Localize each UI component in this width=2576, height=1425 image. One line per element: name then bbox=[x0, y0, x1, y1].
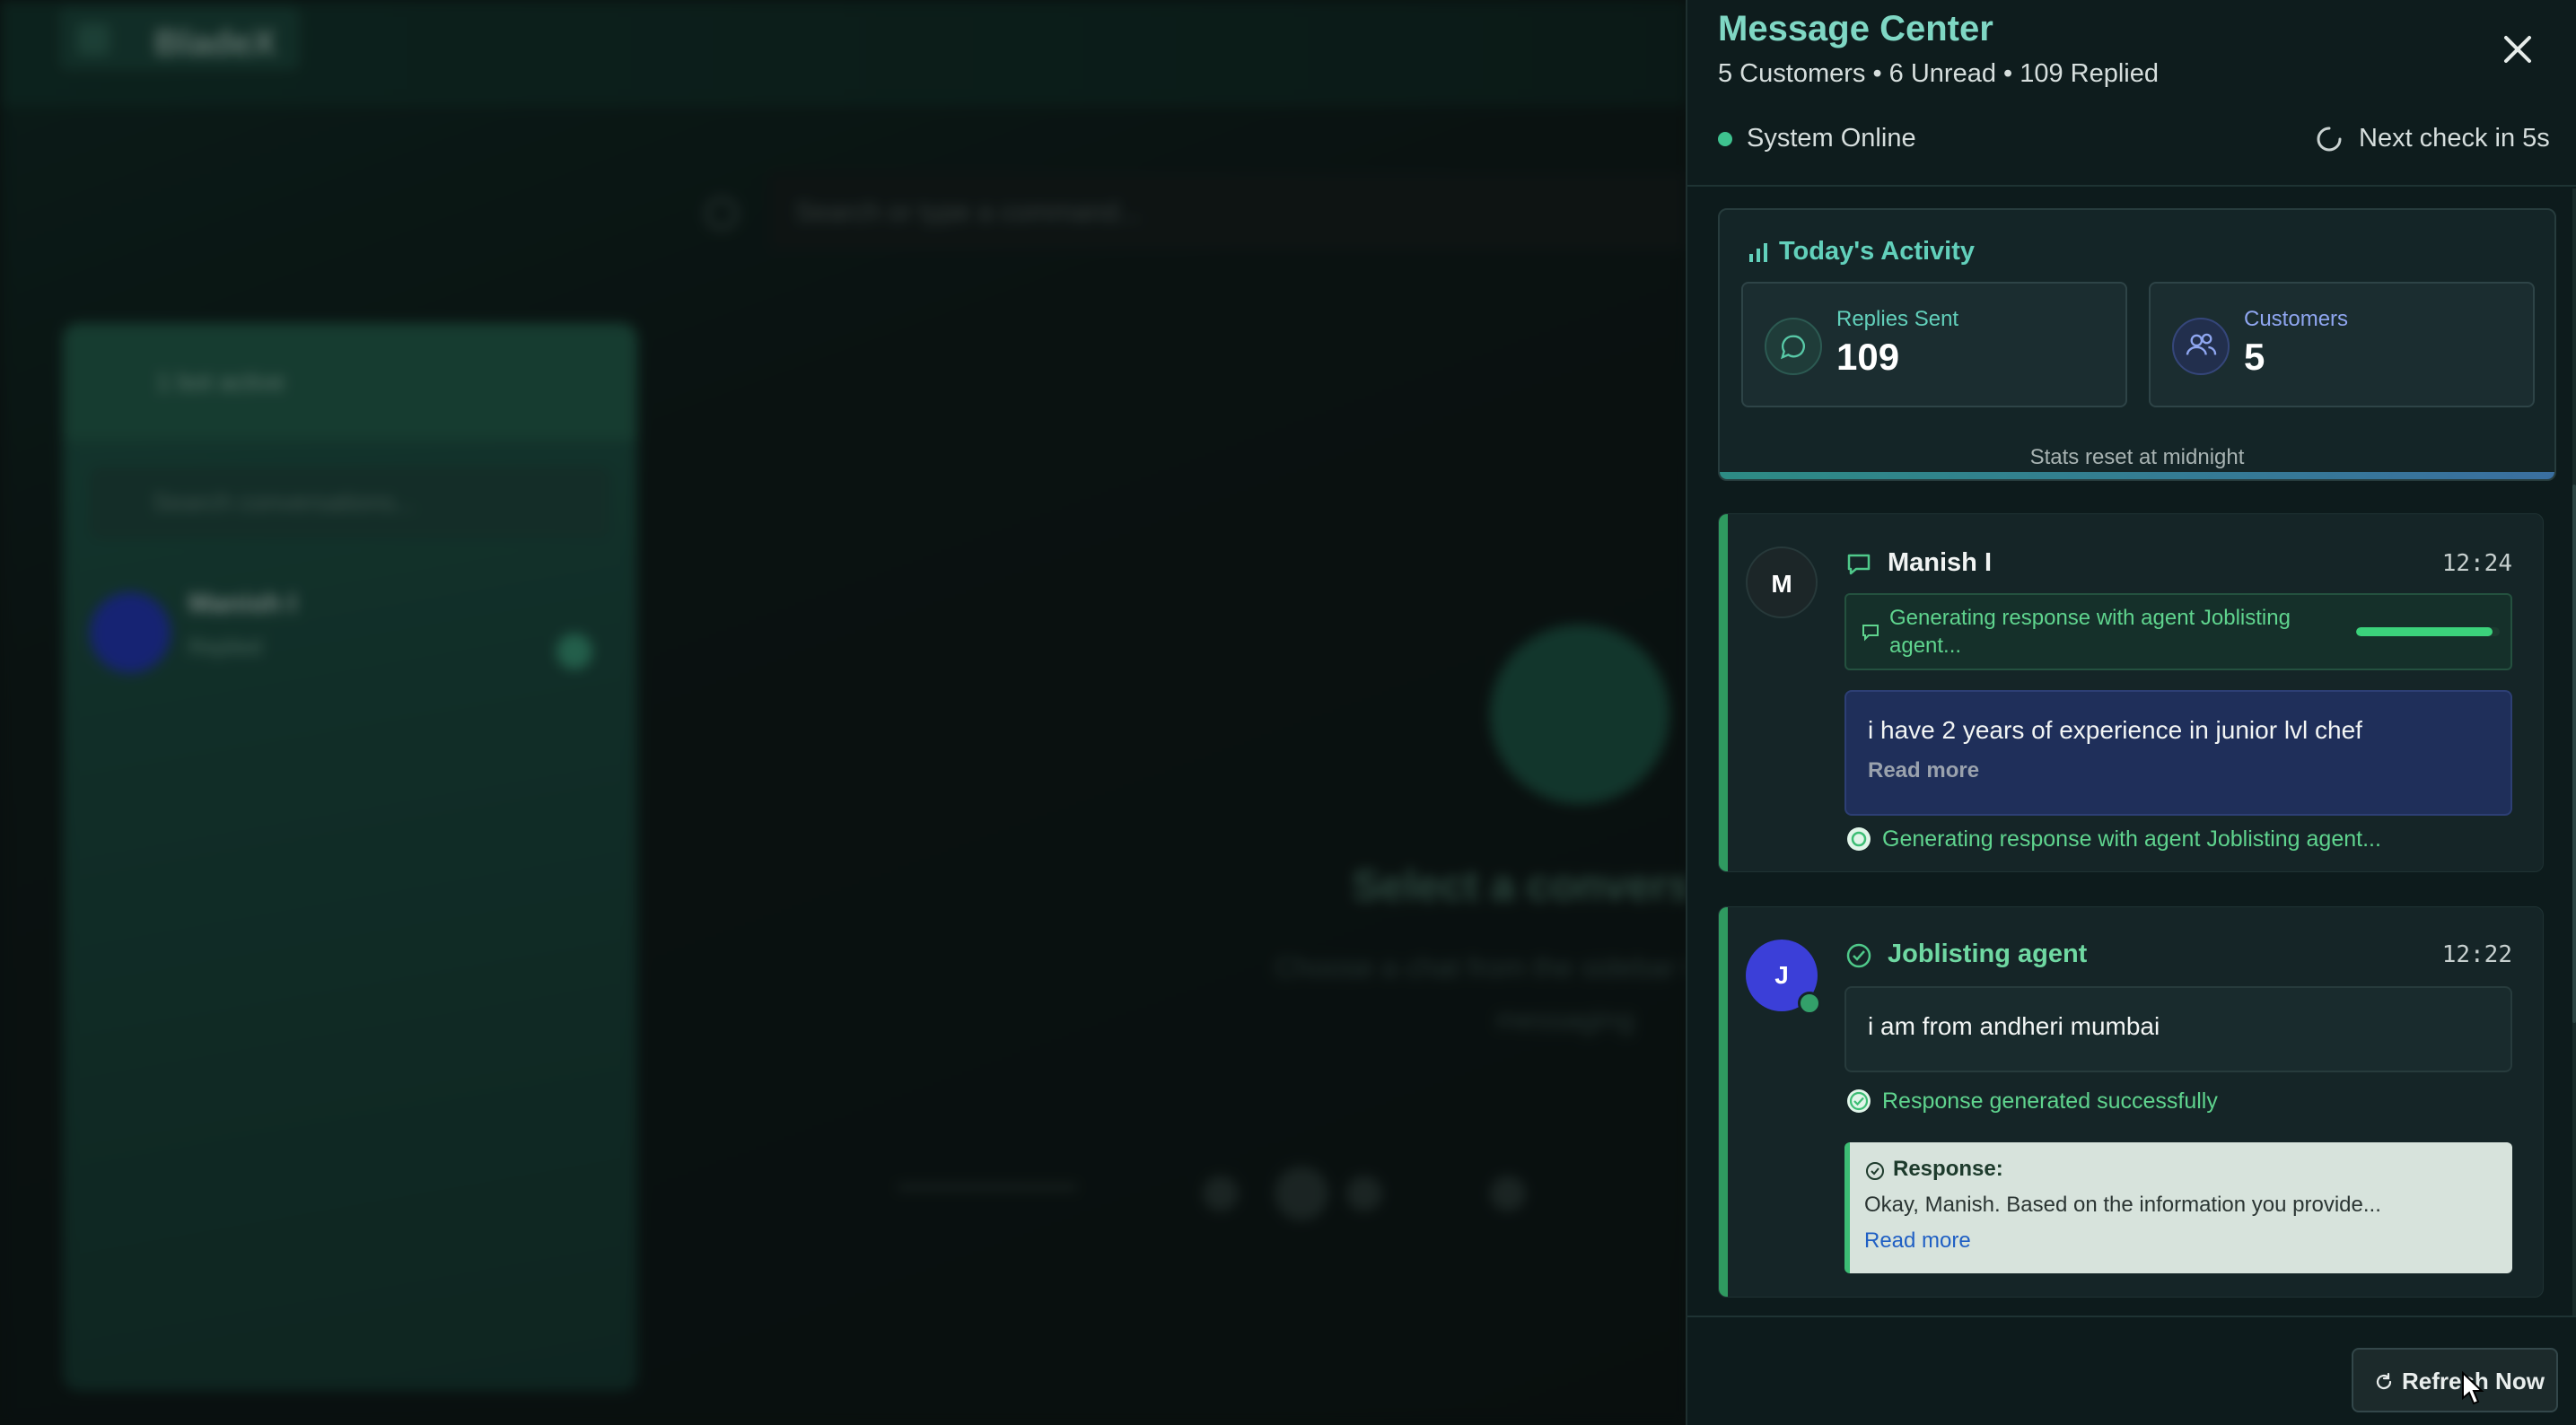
message-square-icon bbox=[1847, 554, 1871, 575]
mouse-cursor-icon bbox=[2462, 1371, 2484, 1405]
generating-text: Generating response with agent Joblistin… bbox=[1889, 606, 2291, 658]
message-status: Response generated successfully bbox=[1882, 1088, 2218, 1114]
message-bubble: i have 2 years of experience in junior l… bbox=[1844, 690, 2512, 816]
chat-bubble-icon bbox=[1765, 318, 1822, 375]
drawer-summary: 5 Customers • 6 Unread • 109 Replied bbox=[1718, 59, 2160, 88]
customers-label: Customers bbox=[2244, 307, 2349, 331]
check-circle-icon bbox=[1846, 943, 1871, 968]
refresh-button[interactable]: Refresh Now bbox=[2352, 1348, 2558, 1412]
sender-name: Manish I bbox=[1888, 548, 1993, 577]
stats-reset-note: Stats reset at midnight bbox=[2029, 445, 2245, 469]
check-circle-icon bbox=[1866, 1162, 1884, 1180]
message-center-drawer: Message Center 5 Customers • 6 Unread • … bbox=[1686, 0, 2576, 1425]
message-text: i have 2 years of experience in junior l… bbox=[1868, 716, 2362, 744]
replies-stat: Replies Sent 109 bbox=[1741, 282, 2127, 407]
check-circle-icon bbox=[1847, 1089, 1871, 1113]
response-read-more-link[interactable]: Read more bbox=[1864, 1228, 1971, 1254]
message-accent bbox=[1719, 514, 1728, 871]
response-text: Okay, Manish. Based on the information y… bbox=[1864, 1193, 2381, 1217]
read-more-link[interactable]: Read more bbox=[1868, 758, 2489, 783]
message-time: 12:22 bbox=[2441, 941, 2512, 968]
replies-value: 109 bbox=[1836, 336, 1900, 378]
activity-title: Today's Activity bbox=[1779, 237, 1976, 266]
customers-value: 5 bbox=[2244, 336, 2265, 378]
status-indicator bbox=[1718, 132, 1732, 146]
activity-card: Today's Activity Replies Sent 109 Custom… bbox=[1718, 208, 2556, 481]
next-check-timer: Next check in 5s bbox=[2359, 124, 2550, 153]
message-time: 12:24 bbox=[2441, 550, 2512, 577]
message-status: Generating response with agent Joblistin… bbox=[1882, 826, 2381, 852]
scrollbar-thumb[interactable] bbox=[2572, 485, 2576, 1023]
message-accent bbox=[1719, 907, 1728, 1297]
loading-spinner-icon bbox=[2317, 127, 2342, 152]
message-list[interactable]: Today's Activity Replies Sent 109 Custom… bbox=[1687, 188, 2576, 1316]
generating-progress-fill bbox=[2356, 627, 2493, 636]
message-square-icon bbox=[1862, 625, 1879, 642]
system-status: System Online bbox=[1747, 124, 1916, 153]
modal-overlay[interactable] bbox=[0, 0, 1687, 1425]
response-preview: Response: Okay, Manish. Based on the inf… bbox=[1844, 1142, 2512, 1273]
refresh-icon bbox=[2376, 1372, 2392, 1390]
drawer-footer: Refresh Now bbox=[1687, 1316, 2576, 1425]
close-icon[interactable] bbox=[2495, 27, 2540, 72]
customers-stat: Customers 5 bbox=[2149, 282, 2535, 407]
generating-progress bbox=[2356, 627, 2500, 636]
response-title: Response: bbox=[1893, 1157, 2003, 1181]
activity-accent-bar bbox=[1720, 472, 2554, 479]
replies-label: Replies Sent bbox=[1836, 307, 1959, 331]
drawer-title: Message Center bbox=[1718, 9, 1993, 48]
message-card[interactable]: J Joblisting agent 12:22 i am from andhe… bbox=[1718, 906, 2544, 1298]
users-icon bbox=[2172, 318, 2230, 375]
generating-banner: Generating response with agent Joblistin… bbox=[1844, 593, 2512, 670]
message-text: i am from andheri mumbai bbox=[1868, 1012, 2160, 1040]
verified-badge-icon bbox=[1798, 992, 1821, 1015]
sender-name: Joblisting agent bbox=[1888, 940, 2088, 968]
bar-chart-icon bbox=[1749, 243, 1767, 262]
message-card[interactable]: M Manish I 12:24 Generating response wit… bbox=[1718, 513, 2544, 872]
drawer-header: Message Center 5 Customers • 6 Unread • … bbox=[1687, 0, 2576, 187]
message-bubble: i am from andheri mumbai bbox=[1844, 986, 2512, 1072]
avatar: M bbox=[1746, 546, 1818, 618]
loading-icon bbox=[1847, 827, 1871, 851]
